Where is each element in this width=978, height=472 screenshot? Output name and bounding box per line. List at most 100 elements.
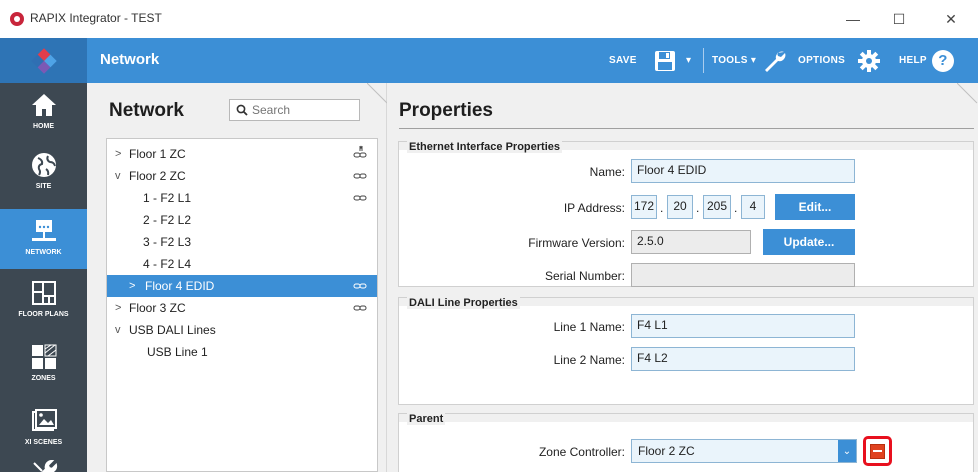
nav-item-home[interactable]: HOME [0, 83, 87, 143]
tree-item-label: Floor 3 ZC [129, 301, 186, 315]
brand-logo[interactable] [0, 38, 87, 83]
network-heading: Network [109, 100, 184, 121]
link-icon [353, 195, 367, 201]
left-navigation: HOME SITE NETWORK FLOOR PLANS ZONES XI S… [0, 83, 87, 472]
zone-controller-select[interactable]: Floor 2 ZC ⌄ [631, 439, 857, 463]
ip-separator: . [660, 201, 664, 215]
help-circle-button[interactable]: ? [932, 38, 954, 83]
tools-menu-button[interactable]: TOOLS ▾ [712, 38, 756, 83]
wrench-icon [765, 51, 786, 72]
tree-item-f2-l4[interactable]: 4 - F2 L4 [107, 253, 377, 275]
network-icon [29, 217, 59, 245]
network-tree: > Floor 1 ZC v Floor 2 ZC 1 - F2 L1 2 - … [106, 138, 378, 472]
tree-item-label: Floor 4 EDID [145, 279, 215, 293]
nav-item-tools-partial[interactable] [30, 459, 58, 472]
tree-item-label: 2 - F2 L2 [143, 213, 192, 227]
maximize-button[interactable]: ☐ [882, 6, 916, 32]
panel-tab-corner [957, 83, 978, 104]
tree-item-label: 1 - F2 L1 [143, 191, 192, 205]
close-button[interactable]: ✕ [934, 6, 968, 32]
ip-octet-3[interactable]: 205 [703, 195, 731, 219]
edit-ip-button[interactable]: Edit... [775, 194, 855, 220]
save-button[interactable]: SAVE [609, 38, 637, 83]
nav-item-zones[interactable]: ZONES [0, 335, 87, 395]
minus-icon [870, 443, 885, 459]
group-title: DALI Line Properties [407, 297, 520, 309]
tree-item-floor-3-zc[interactable]: > Floor 3 ZC [107, 297, 377, 319]
nav-label-zones: ZONES [31, 375, 56, 382]
link-badge-icon [353, 145, 367, 158]
remove-parent-button[interactable] [863, 436, 892, 466]
link-icon [353, 173, 367, 179]
chevron-down-icon: ▾ [686, 55, 692, 66]
tools-label: TOOLS ▾ [712, 55, 757, 66]
tree-item-floor-4-edid[interactable]: > Floor 4 EDID [107, 275, 377, 297]
tree-item-label: USB Line 1 [147, 345, 208, 359]
wrench-button[interactable] [762, 38, 788, 83]
ip-octet-2[interactable]: 20 [667, 195, 693, 219]
tree-item-label: 4 - F2 L4 [143, 257, 192, 271]
gear-icon [858, 49, 880, 72]
group-header-bg [399, 414, 973, 422]
name-field[interactable]: Floor 4 EDID [631, 159, 855, 183]
options-button[interactable]: OPTIONS [798, 38, 845, 83]
zones-icon [29, 343, 59, 371]
ip-octet-4[interactable]: 4 [741, 195, 765, 219]
zone-controller-label: Zone Controller: [538, 445, 625, 459]
chevron-right-icon[interactable]: > [129, 280, 135, 292]
gear-button[interactable] [857, 38, 881, 83]
update-firmware-button[interactable]: Update... [763, 229, 855, 255]
save-disk-button[interactable] [654, 38, 676, 83]
tree-item-usb-dali-lines[interactable]: v USB DALI Lines [107, 319, 377, 341]
window-title: RAPIX Integrator - TEST [30, 11, 162, 25]
app-logo-icon [10, 12, 24, 26]
nav-item-network[interactable]: NETWORK [0, 209, 87, 269]
ip-octet-1[interactable]: 172 [631, 195, 657, 219]
globe-icon [29, 151, 59, 179]
nav-item-floor-plans[interactable]: FLOOR PLANS [0, 271, 87, 331]
tree-item-label: Floor 2 ZC [129, 169, 186, 183]
chevron-down-icon[interactable]: ⌄ [838, 440, 856, 462]
nav-item-site[interactable]: SITE [0, 143, 87, 203]
help-button[interactable]: HELP [899, 38, 927, 83]
firmware-version-field: 2.5.0 [631, 230, 751, 254]
nav-label-xi-scenes: XI SCENES [24, 439, 63, 446]
tree-item-f2-l3[interactable]: 3 - F2 L3 [107, 231, 377, 253]
tree-item-f2-l1[interactable]: 1 - F2 L1 [107, 187, 377, 209]
line-2-name-field[interactable]: F4 L2 [631, 347, 855, 371]
tree-item-label: 3 - F2 L3 [143, 235, 192, 249]
search-icon [236, 104, 248, 116]
nav-label-home: HOME [33, 123, 54, 130]
chevron-down-icon[interactable]: v [115, 170, 121, 182]
name-label: Name: [589, 165, 625, 179]
minimize-button[interactable]: — [836, 6, 870, 32]
search-input[interactable] [252, 103, 352, 117]
wrench-icon [33, 460, 58, 472]
chevron-down-icon[interactable]: v [115, 324, 121, 336]
nav-label-floor-plans: FLOOR PLANS [18, 311, 69, 318]
help-label: HELP [899, 55, 927, 66]
line-1-name-field[interactable]: F4 L1 [631, 314, 855, 338]
brand-cube-icon [30, 47, 57, 74]
nav-item-xi-scenes[interactable]: XI SCENES [0, 399, 87, 459]
save-options-dropdown[interactable]: ▾ [686, 38, 691, 83]
dali-line-properties-group: DALI Line Properties Line 1 Name: F4 L1 … [398, 297, 974, 405]
ip-separator: . [696, 201, 700, 215]
properties-panel: Properties Ethernet Interface Properties… [387, 83, 978, 472]
tree-item-f2-l2[interactable]: 2 - F2 L2 [107, 209, 377, 231]
tree-item-usb-line-1[interactable]: USB Line 1 [107, 341, 377, 363]
network-panel: Network > Floor 1 ZC v Floor 2 ZC 1 - F2… [87, 83, 387, 472]
tree-item-floor-2-zc[interactable]: v Floor 2 ZC [107, 165, 377, 187]
search-box[interactable] [229, 99, 360, 121]
save-label: SAVE [609, 55, 637, 66]
home-icon [29, 91, 59, 119]
chevron-right-icon[interactable]: > [115, 148, 121, 160]
ip-separator: . [734, 201, 738, 215]
chevron-right-icon[interactable]: > [115, 302, 121, 314]
help-glyph: ? [938, 52, 948, 69]
zone-controller-value: Floor 2 ZC [638, 444, 695, 458]
nav-label-network: NETWORK [25, 249, 62, 256]
toolbar-divider [703, 48, 704, 73]
firmware-version-label: Firmware Version: [528, 236, 625, 250]
tree-item-floor-1-zc[interactable]: > Floor 1 ZC [107, 143, 377, 165]
